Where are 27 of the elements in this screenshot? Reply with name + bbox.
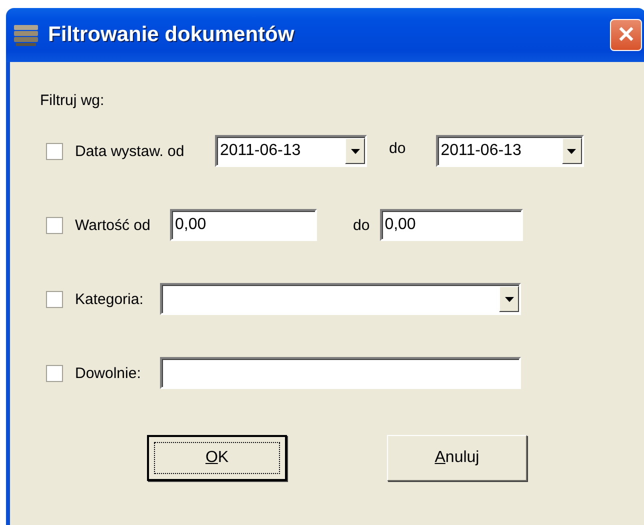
field-label: do bbox=[389, 140, 406, 156]
dropdown-button[interactable] bbox=[345, 138, 365, 164]
dropdown-field[interactable]: 2011-06-13 bbox=[215, 135, 367, 167]
field-label: Kategoria: bbox=[75, 290, 144, 308]
checkbox[interactable] bbox=[46, 364, 63, 382]
filter-heading: Filtruj wg: bbox=[40, 92, 106, 109]
dropdown-button[interactable] bbox=[499, 286, 519, 312]
input-field[interactable] bbox=[160, 357, 521, 389]
input-field[interactable]: 0,00 bbox=[380, 209, 523, 241]
ok-button[interactable]: OK bbox=[147, 435, 287, 481]
dropdown-field[interactable]: 2011-06-13 bbox=[436, 135, 584, 167]
dropdown-button[interactable] bbox=[562, 138, 582, 164]
dropdown-field[interactable] bbox=[160, 283, 521, 315]
field-label: Wartość od bbox=[75, 216, 152, 234]
documents-icon bbox=[14, 23, 40, 47]
field-label: do bbox=[353, 216, 370, 234]
checkbox[interactable] bbox=[46, 142, 63, 160]
caret-icon bbox=[567, 148, 576, 154]
caret-icon bbox=[504, 296, 514, 302]
field-label: Dowolnie: bbox=[75, 364, 142, 382]
checkbox[interactable] bbox=[46, 290, 63, 308]
caret-icon bbox=[350, 148, 360, 154]
field-label: Data wystaw. od bbox=[75, 142, 186, 160]
input-field[interactable]: 0,00 bbox=[170, 209, 317, 241]
checkbox[interactable] bbox=[46, 216, 63, 234]
window-title: Filtrowanie dokumentów bbox=[48, 23, 296, 47]
cancel-button[interactable]: Anuluj bbox=[387, 435, 527, 481]
